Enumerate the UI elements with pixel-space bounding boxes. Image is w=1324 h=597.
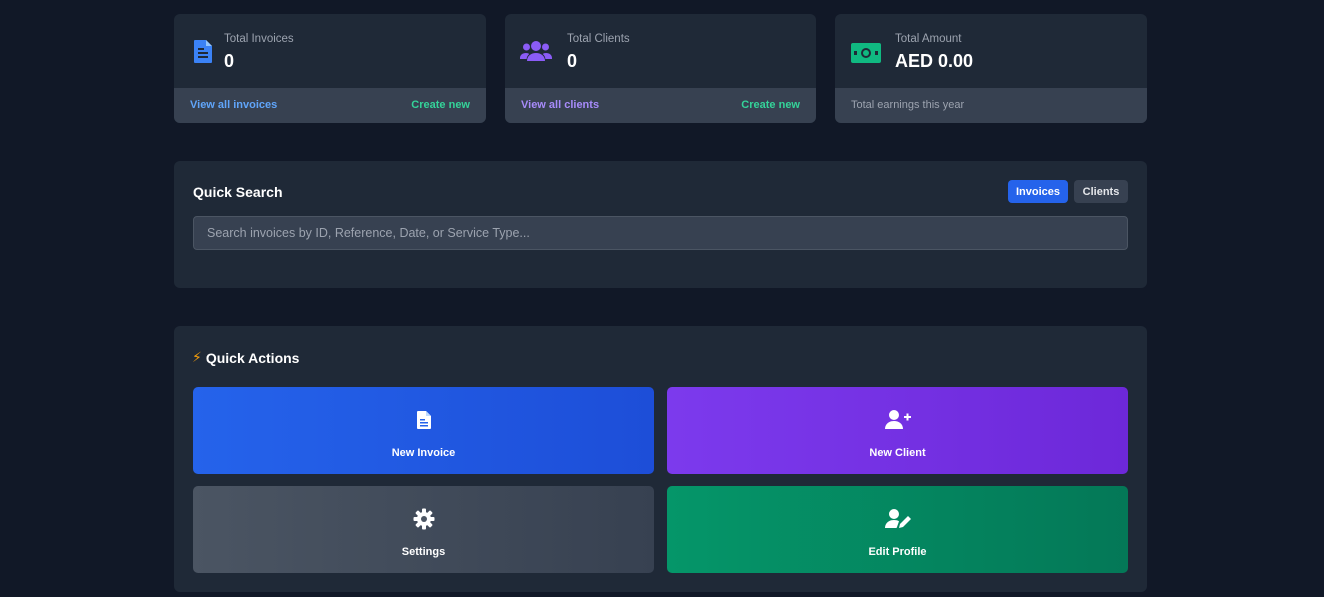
stat-label: Total Clients <box>567 33 630 45</box>
user-edit-icon <box>884 509 911 528</box>
stat-label: Total Amount <box>895 33 962 45</box>
search-input[interactable] <box>193 216 1128 250</box>
view-all-invoices-link[interactable]: View all invoices <box>190 99 277 111</box>
users-icon <box>520 41 552 61</box>
stat-meta: Total Amount AED 0.00 <box>895 32 973 72</box>
search-clients-toggle[interactable]: Clients <box>1074 180 1128 203</box>
edit-profile-button[interactable]: Edit Profile <box>667 486 1128 573</box>
stat-card-invoices: Total Invoices 0 View all invoices Creat… <box>174 14 486 123</box>
new-invoice-button[interactable]: New Invoice <box>193 387 654 474</box>
stat-value: AED 0.00 <box>895 51 974 71</box>
stat-label: Total Invoices <box>224 33 294 45</box>
gear-icon <box>413 508 434 530</box>
quick-search-title: Quick Search <box>193 184 283 200</box>
quick-actions-panel: ⚡ Quick Actions New Invoice New Client S… <box>174 326 1147 592</box>
tile-label: New Invoice <box>391 447 456 459</box>
stat-card-footer: View all invoices Create new <box>174 88 486 123</box>
quick-search-panel: Quick Search Invoices Clients <box>174 161 1147 288</box>
stat-meta: Total Invoices 0 <box>224 32 294 72</box>
new-client-button[interactable]: New Client <box>667 387 1128 474</box>
create-client-link[interactable]: Create new <box>741 99 800 111</box>
settings-button[interactable]: Settings <box>193 486 654 573</box>
stat-card-body: Total Invoices 0 <box>174 14 486 88</box>
file-invoice-icon <box>194 40 212 63</box>
stat-card-body: Total Amount AED 0.00 <box>835 14 1147 88</box>
view-all-clients-link[interactable]: View all clients <box>521 99 599 111</box>
search-invoices-toggle[interactable]: Invoices <box>1008 180 1068 203</box>
stat-value: 0 <box>224 51 235 71</box>
stat-card-clients: Total Clients 0 View all clients Create … <box>505 14 816 123</box>
stat-meta: Total Clients 0 <box>567 32 630 72</box>
stat-card-body: Total Clients 0 <box>505 14 816 88</box>
create-invoice-link[interactable]: Create new <box>411 99 470 111</box>
stat-card-footer: Total earnings this year <box>835 88 1147 123</box>
bolt-icon: ⚡ <box>192 349 202 365</box>
stat-card-amount: Total Amount AED 0.00 Total earnings thi… <box>835 14 1147 123</box>
quick-actions-title: Quick Actions <box>205 349 300 366</box>
earnings-caption: Total earnings this year <box>851 99 965 111</box>
stats-row: Total Invoices 0 View all invoices Creat… <box>174 14 1147 123</box>
stat-card-footer: View all clients Create new <box>505 88 816 123</box>
tile-label: Edit Profile <box>868 546 927 558</box>
user-plus-icon <box>884 410 911 429</box>
money-bill-icon <box>851 43 881 63</box>
quick-actions-header: ⚡ Quick Actions <box>192 349 299 366</box>
tile-label: Settings <box>401 546 446 558</box>
file-invoice-icon <box>416 411 431 429</box>
stat-value: 0 <box>567 51 578 71</box>
tile-label: New Client <box>869 447 926 459</box>
